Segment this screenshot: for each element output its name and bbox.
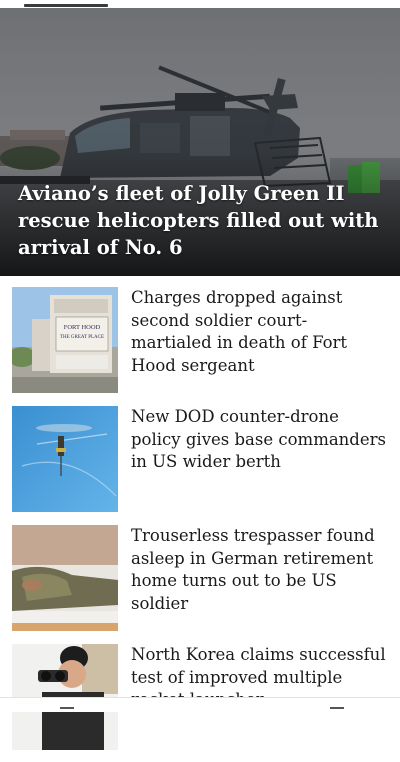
nav-marker-icon[interactable] xyxy=(330,707,344,709)
article-headline[interactable]: Charges dropped against second soldier c… xyxy=(131,287,386,377)
article-thumbnail xyxy=(12,406,118,512)
thumb-sign-text-2: THE GREAT PLACE xyxy=(60,335,104,340)
list-item-article-2[interactable]: New DOD counter-drone policy gives base … xyxy=(0,406,400,524)
list-item-article-1[interactable]: FORT HOOD THE GREAT PLACE Charges droppe… xyxy=(0,287,400,405)
hero-article[interactable]: Aviano’s fleet of Jolly Green II rescue … xyxy=(0,8,400,276)
article-thumbnail: FORT HOOD THE GREAT PLACE xyxy=(12,287,118,393)
page-indicator xyxy=(24,4,108,7)
bottom-navigation-bar xyxy=(0,697,400,712)
article-thumbnail xyxy=(12,525,118,631)
article-headline[interactable]: New DOD counter-drone policy gives base … xyxy=(131,406,386,474)
top-strip xyxy=(0,0,400,8)
article-headline[interactable]: Trouserless trespasser found asleep in G… xyxy=(131,525,386,615)
list-item-article-3[interactable]: Trouserless trespasser found asleep in G… xyxy=(0,525,400,643)
nav-marker-icon[interactable] xyxy=(60,707,74,709)
thumb-sign-text-1: FORT HOOD xyxy=(64,324,101,331)
hero-headline[interactable]: Aviano’s fleet of Jolly Green II rescue … xyxy=(18,180,390,261)
